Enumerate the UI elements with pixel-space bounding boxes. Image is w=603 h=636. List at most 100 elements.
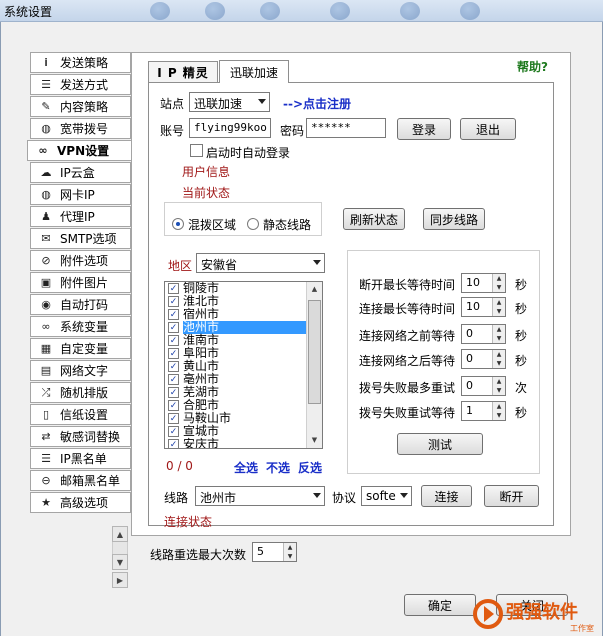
city-checkbox[interactable]: ✓ [168, 387, 179, 398]
city-checkbox[interactable]: ✓ [168, 296, 179, 307]
sidebar-item-9[interactable]: ⊘ 附件选项 [30, 250, 131, 271]
timeout-stepper[interactable]: 0 ▲ ▼ [461, 324, 506, 344]
sidebar-item-6[interactable]: ◍ 网卡IP [30, 184, 131, 205]
autologin-checkbox[interactable] [190, 144, 203, 157]
logout-button[interactable]: 退出 [460, 118, 516, 140]
sidebar-item-5[interactable]: ☁ IP云盒 [30, 162, 131, 183]
test-button[interactable]: 测试 [397, 433, 483, 455]
sidebar-item-12[interactable]: ∞ 系统变量 [30, 316, 131, 337]
city-checkbox[interactable]: ✓ [168, 335, 179, 346]
down-arrow-icon[interactable]: ▼ [284, 552, 296, 561]
select-none-link[interactable]: 不选 [266, 459, 290, 476]
sidebar-item-0[interactable]: 𝐢 发送策略 [30, 52, 131, 73]
city-checkbox[interactable]: ✓ [168, 374, 179, 385]
scroll-up-icon[interactable]: ▲ [112, 526, 128, 542]
sidebar-item-1[interactable]: ☰ 发送方式 [30, 74, 131, 95]
sidebar-item-18[interactable]: ☰ IP黑名单 [30, 448, 131, 469]
down-arrow-icon[interactable]: ▼ [493, 411, 505, 420]
sidebar-item-label: 网卡IP [60, 188, 95, 202]
scroll-down-icon[interactable]: ▼ [307, 433, 322, 448]
sidebar-item-19[interactable]: ⊖ 邮箱黑名单 [30, 470, 131, 491]
down-arrow-icon[interactable]: ▼ [493, 359, 505, 368]
mixed-area-radio[interactable] [172, 218, 184, 230]
static-line-radio[interactable] [247, 218, 259, 230]
city-checkbox[interactable]: ✓ [168, 322, 179, 333]
city-checkbox[interactable]: ✓ [168, 413, 179, 424]
max-retry-stepper[interactable]: 5 ▲ ▼ [252, 542, 297, 562]
ok-button[interactable]: 确定 [404, 594, 476, 616]
tab-ip-genie[interactable]: I P 精灵 [148, 61, 218, 82]
down-arrow-icon[interactable]: ▼ [493, 386, 505, 395]
region-select[interactable]: 安徽省 [196, 253, 325, 273]
up-arrow-icon[interactable]: ▲ [493, 402, 505, 411]
city-checkbox[interactable]: ✓ [168, 426, 179, 437]
stepper-arrows[interactable]: ▲ ▼ [283, 543, 296, 561]
sync-lines-button[interactable]: 同步线路 [423, 208, 485, 230]
city-checkbox[interactable]: ✓ [168, 439, 179, 448]
timeout-stepper[interactable]: 10 ▲ ▼ [461, 297, 506, 317]
sidebar-item-20[interactable]: ★ 高级选项 [30, 492, 131, 513]
sidebar-item-8[interactable]: ✉ SMTP选项 [30, 228, 131, 249]
select-all-link[interactable]: 全选 [234, 459, 258, 476]
timeout-stepper[interactable]: 10 ▲ ▼ [461, 273, 506, 293]
stepper-arrows[interactable]: ▲ ▼ [492, 325, 505, 343]
timeout-stepper[interactable]: 1 ▲ ▼ [461, 401, 506, 421]
up-arrow-icon[interactable]: ▲ [493, 298, 505, 307]
account-input[interactable]: flying99koo [189, 118, 271, 138]
register-link[interactable]: -->点击注册 [283, 95, 351, 112]
help-link[interactable]: 帮助? [517, 58, 548, 75]
sidebar-item-7[interactable]: ♟ 代理IP [30, 206, 131, 227]
sidebar-item-10[interactable]: ▣ 附件图片 [30, 272, 131, 293]
scroll-track[interactable] [112, 542, 128, 554]
line-select[interactable]: 池州市 [195, 486, 325, 506]
timeout-stepper[interactable]: 0 ▲ ▼ [461, 376, 506, 396]
sidebar-item-4[interactable]: ∞ VPN设置 [27, 140, 131, 161]
up-arrow-icon[interactable]: ▲ [284, 543, 296, 552]
stepper-arrows[interactable]: ▲ ▼ [492, 274, 505, 292]
nav-scrollbar[interactable]: ▲ ▼ ▶ [112, 526, 128, 588]
city-checkbox[interactable]: ✓ [168, 283, 179, 294]
disconnect-button[interactable]: 断开 [484, 485, 539, 507]
sidebar-item-14[interactable]: ▤ 网络文字 [30, 360, 131, 381]
stepper-arrows[interactable]: ▲ ▼ [492, 350, 505, 368]
select-invert-link[interactable]: 反选 [298, 459, 322, 476]
city-list-scrollbar[interactable]: ▲ ▼ [306, 282, 322, 448]
down-arrow-icon[interactable]: ▼ [493, 334, 505, 343]
stepper-arrows[interactable]: ▲ ▼ [492, 377, 505, 395]
list-item[interactable]: ✓ 安庆市 [165, 438, 322, 448]
sidebar-item-15[interactable]: ⤮ 随机排版 [30, 382, 131, 403]
city-list[interactable]: ✓ 铜陵市 ✓ 淮北市 ✓ 宿州市 ✓ 池州市 ✓ 淮南市 ✓ 阜阳市 ✓ 黄山市 ✓ 亳州市 ✓ 芜湖市 ✓ 合肥市… [164, 281, 323, 449]
up-arrow-icon[interactable]: ▲ [493, 350, 505, 359]
sidebar-item-11[interactable]: ◉ 自动打码 [30, 294, 131, 315]
sidebar-item-2[interactable]: ✎ 内容策略 [30, 96, 131, 117]
sidebar-item-13[interactable]: ▦ 自定变量 [30, 338, 131, 359]
stepper-arrows[interactable]: ▲ ▼ [492, 402, 505, 420]
scroll-down-icon[interactable]: ▼ [112, 554, 128, 570]
connect-button[interactable]: 连接 [421, 485, 472, 507]
scroll-thumb[interactable] [308, 300, 321, 404]
down-arrow-icon[interactable]: ▼ [493, 283, 505, 292]
protocol-select[interactable]: softe [361, 486, 412, 506]
scroll-up-icon[interactable]: ▲ [307, 282, 322, 297]
site-select[interactable]: 迅联加速 [189, 92, 270, 112]
sidebar-item-16[interactable]: ▯ 信纸设置 [30, 404, 131, 425]
stepper-arrows[interactable]: ▲ ▼ [492, 298, 505, 316]
password-input[interactable]: ****** [306, 118, 386, 138]
up-arrow-icon[interactable]: ▲ [493, 325, 505, 334]
tab-xunlian[interactable]: 迅联加速 [219, 60, 289, 83]
city-checkbox[interactable]: ✓ [168, 361, 179, 372]
up-arrow-icon[interactable]: ▲ [493, 274, 505, 283]
chevron-down-icon [400, 493, 408, 498]
up-arrow-icon[interactable]: ▲ [493, 377, 505, 386]
down-arrow-icon[interactable]: ▼ [493, 307, 505, 316]
city-checkbox[interactable]: ✓ [168, 309, 179, 320]
timeout-stepper[interactable]: 0 ▲ ▼ [461, 349, 506, 369]
timeout-value: 0 [466, 327, 473, 340]
login-button[interactable]: 登录 [397, 118, 451, 140]
city-checkbox[interactable]: ✓ [168, 348, 179, 359]
sidebar-item-3[interactable]: ◍ 宽带拨号 [30, 118, 131, 139]
sidebar-item-17[interactable]: ⇄ 敏感词替换 [30, 426, 131, 447]
city-checkbox[interactable]: ✓ [168, 400, 179, 411]
refresh-status-button[interactable]: 刷新状态 [343, 208, 405, 230]
scroll-right-icon[interactable]: ▶ [112, 572, 128, 588]
